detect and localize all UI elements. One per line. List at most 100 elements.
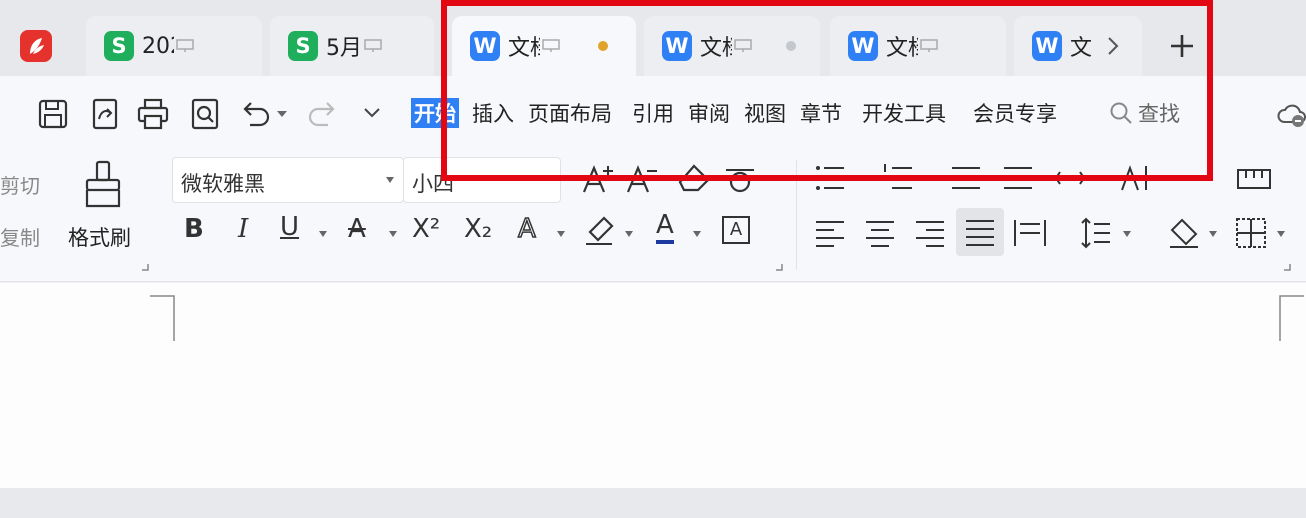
text-effect-dropdown-icon[interactable] bbox=[556, 230, 566, 238]
text-effect-button[interactable]: A bbox=[517, 213, 536, 245]
monitor-icon bbox=[734, 39, 752, 52]
font-group-expand-icon[interactable] bbox=[774, 262, 784, 272]
text-direction-icon[interactable] bbox=[1052, 162, 1088, 194]
font-family-select[interactable]: 微软雅黑 bbox=[172, 157, 404, 203]
tab-label: 文档 bbox=[886, 36, 918, 61]
ruler-icon[interactable] bbox=[1236, 166, 1272, 192]
search-label: 查找 bbox=[1138, 102, 1180, 126]
menu-chapter[interactable]: 章节 bbox=[800, 98, 842, 128]
font-color-button[interactable]: A bbox=[656, 210, 674, 244]
cut-button[interactable]: 剪切 bbox=[0, 170, 40, 199]
tab-label: 文档 bbox=[508, 36, 540, 61]
search-button[interactable]: 查找 bbox=[1108, 98, 1180, 128]
document-icon: W bbox=[848, 31, 878, 61]
more-chevron-down-icon[interactable] bbox=[362, 106, 382, 120]
monitor-icon bbox=[364, 39, 382, 52]
cloud-status-icon[interactable] bbox=[1276, 100, 1306, 130]
group-divider bbox=[796, 160, 797, 270]
line-spacing-dropdown-icon[interactable] bbox=[1122, 230, 1132, 238]
underline-button[interactable]: U bbox=[280, 212, 299, 242]
undo-dropdown-icon[interactable] bbox=[276, 110, 288, 118]
tab-1[interactable]: S 2023 bbox=[86, 16, 262, 76]
spreadsheet-icon: S bbox=[288, 31, 318, 61]
paragraph-group-expand-icon[interactable] bbox=[1282, 262, 1292, 272]
document-icon: W bbox=[1032, 31, 1062, 61]
font-color-dropdown-icon[interactable] bbox=[692, 230, 702, 238]
menu-view[interactable]: 视图 bbox=[744, 98, 786, 128]
increase-indent-icon[interactable] bbox=[1000, 162, 1036, 194]
distribute-icon[interactable] bbox=[1012, 218, 1048, 248]
tab-4[interactable]: W 文档 bbox=[644, 16, 820, 76]
align-left-icon[interactable] bbox=[814, 218, 846, 248]
menu-member[interactable]: 会员专享 bbox=[973, 98, 1057, 128]
highlight-icon[interactable] bbox=[582, 214, 618, 248]
highlight-dropdown-icon[interactable] bbox=[624, 230, 634, 238]
chevron-right-icon[interactable] bbox=[1106, 35, 1120, 57]
format-painter-label[interactable]: 格式刷 bbox=[68, 222, 131, 252]
shrink-font-icon[interactable] bbox=[624, 160, 660, 196]
shading-icon[interactable] bbox=[1166, 216, 1202, 250]
bullet-list-icon[interactable] bbox=[812, 162, 848, 194]
font-family-value: 微软雅黑 bbox=[181, 172, 265, 196]
menu-insert[interactable]: 插入 bbox=[472, 98, 514, 128]
subscript-button[interactable]: X₂ bbox=[464, 214, 492, 244]
clear-format-icon[interactable] bbox=[676, 162, 712, 194]
tab-6[interactable]: W 文 bbox=[1014, 16, 1142, 76]
new-tab-plus-icon[interactable] bbox=[1168, 32, 1196, 60]
char-border-button[interactable]: A bbox=[722, 216, 750, 244]
superscript-button[interactable]: X² bbox=[412, 214, 440, 244]
export-pdf-icon[interactable] bbox=[88, 97, 122, 131]
align-right-icon[interactable] bbox=[914, 218, 946, 248]
bold-button[interactable]: B bbox=[184, 214, 204, 244]
redo-icon[interactable] bbox=[306, 97, 340, 131]
print-preview-icon[interactable] bbox=[188, 97, 222, 131]
menu-references[interactable]: 引用 bbox=[632, 98, 674, 128]
monitor-icon bbox=[920, 39, 938, 52]
align-center-icon[interactable] bbox=[864, 218, 896, 248]
phonetic-guide-icon[interactable] bbox=[722, 160, 758, 196]
save-icon[interactable] bbox=[36, 97, 70, 131]
group-expand-icon[interactable] bbox=[140, 262, 150, 272]
menu-start[interactable]: 开始 bbox=[411, 98, 459, 128]
borders-icon[interactable] bbox=[1234, 216, 1268, 250]
tab-2[interactable]: S 5月 bbox=[270, 16, 434, 76]
numbered-list-icon[interactable] bbox=[880, 162, 916, 194]
unsaved-dot-icon bbox=[598, 41, 608, 51]
undo-icon[interactable] bbox=[238, 97, 272, 131]
copy-button[interactable]: 复制 bbox=[0, 222, 40, 251]
tab-label: 文 bbox=[1070, 36, 1093, 61]
underline-dropdown-icon[interactable] bbox=[318, 230, 328, 238]
tab-label: 5月 bbox=[326, 36, 362, 61]
document-page[interactable] bbox=[0, 283, 1306, 488]
grow-font-icon[interactable] bbox=[580, 160, 616, 196]
tab-5[interactable]: W 文档 bbox=[830, 16, 1006, 76]
spreadsheet-icon: S bbox=[104, 31, 134, 61]
font-size-select[interactable]: 小四 bbox=[403, 157, 561, 203]
borders-dropdown-icon[interactable] bbox=[1276, 230, 1286, 238]
justify-button[interactable] bbox=[956, 208, 1004, 256]
app-logo[interactable] bbox=[20, 30, 52, 62]
decrease-indent-icon[interactable] bbox=[948, 162, 984, 194]
print-icon[interactable] bbox=[136, 97, 170, 131]
line-spacing-icon[interactable] bbox=[1078, 216, 1114, 250]
page-corner-mark-right bbox=[1279, 295, 1304, 341]
font-size-value: 小四 bbox=[412, 172, 454, 196]
strikethrough-button[interactable]: A bbox=[348, 214, 366, 244]
status-area bbox=[0, 488, 1306, 518]
close-dot-icon[interactable] bbox=[786, 41, 796, 51]
document-icon: W bbox=[470, 31, 500, 61]
sort-icon[interactable] bbox=[1118, 162, 1154, 194]
monitor-icon bbox=[542, 39, 560, 52]
strikethrough-dropdown-icon[interactable] bbox=[388, 230, 398, 238]
justify-icon bbox=[966, 220, 994, 246]
menu-page-layout[interactable]: 页面布局 bbox=[528, 98, 612, 128]
italic-button[interactable]: I bbox=[238, 214, 248, 244]
tab-label: 文档 bbox=[700, 36, 732, 61]
format-painter-icon[interactable] bbox=[82, 160, 124, 212]
tab-3-active[interactable]: W 文档 bbox=[452, 16, 636, 76]
shading-dropdown-icon[interactable] bbox=[1208, 230, 1218, 238]
menu-review[interactable]: 审阅 bbox=[688, 98, 730, 128]
menu-developer[interactable]: 开发工具 bbox=[862, 98, 946, 128]
document-icon: W bbox=[662, 31, 692, 61]
tab-label: 2023 bbox=[142, 33, 174, 59]
